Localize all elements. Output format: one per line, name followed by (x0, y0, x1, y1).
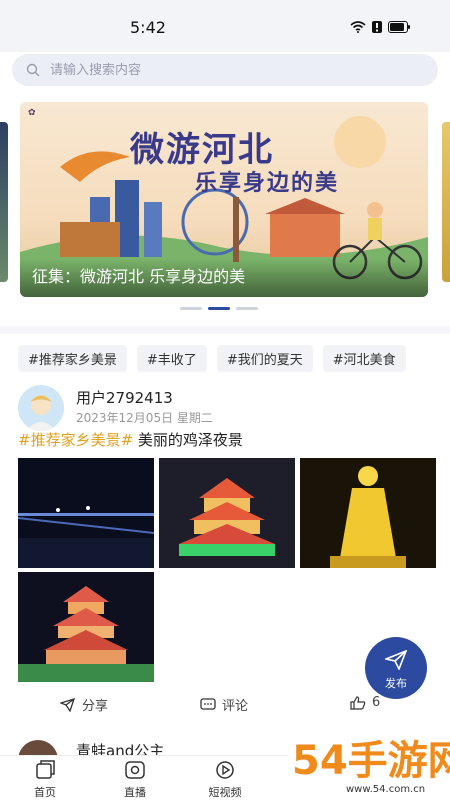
status-time: 5:42 (130, 18, 166, 37)
section-divider (0, 326, 450, 334)
watermark-text: 54手游网 (292, 738, 450, 784)
banner-logo: ✿ (28, 108, 36, 118)
avatar[interactable] (18, 385, 64, 431)
watermark-subtext: www.54.com.cn (346, 784, 425, 795)
next-banner-peek[interactable] (442, 122, 450, 282)
thumbs-up-icon (350, 695, 366, 710)
post-actions: 分享 评论 6 (18, 692, 438, 716)
live-icon (125, 761, 145, 779)
tab-home[interactable]: 首页 (15, 760, 75, 800)
search-bar[interactable] (12, 54, 438, 86)
banner-caption-overlay: 征集：微游河北 乐享身边的美 (20, 259, 428, 297)
post-image[interactable] (300, 458, 436, 568)
banner-title-line2: 乐享身边的美 (195, 170, 340, 196)
tab-home-label: 首页 (34, 786, 56, 799)
search-input[interactable] (48, 61, 412, 79)
share-button[interactable]: 分享 (60, 695, 108, 714)
tab-live-label: 直播 (124, 786, 146, 799)
tab-live[interactable]: 直播 (105, 760, 165, 800)
post-body: 美丽的鸡泽夜景 (133, 431, 243, 449)
carousel-dot (180, 307, 202, 310)
banner-slide[interactable]: ✿ 微游河北 乐享身边的美 征集：微游河北 乐享身边的美 (20, 102, 428, 297)
like-count: 6 (372, 695, 381, 710)
post-text: #推荐家乡美景# 美丽的鸡泽夜景 (18, 429, 243, 450)
post-hashtag[interactable]: #推荐家乡美景# (18, 431, 133, 449)
status-icons (350, 18, 410, 37)
topic-tag[interactable]: #河北美食 (322, 345, 406, 372)
banner-caption: 征集：微游河北 乐享身边的美 (32, 267, 246, 286)
home-icon (36, 760, 55, 779)
tab-video-label: 短视频 (208, 786, 242, 799)
tab-video[interactable]: 短视频 (195, 760, 255, 800)
like-button[interactable]: 6 (350, 695, 380, 710)
comment-label: 评论 (222, 699, 249, 714)
topic-tag[interactable]: #我们的夏天 (216, 345, 313, 372)
prev-banner-peek[interactable] (0, 122, 8, 282)
publish-button[interactable]: 发布 (365, 637, 427, 699)
wifi-icon (350, 18, 366, 37)
site-watermark: 54手游网 www.54.com.cn (288, 730, 450, 800)
post-image[interactable] (159, 458, 295, 568)
alert-icon (372, 18, 382, 37)
send-icon (385, 650, 407, 670)
post-image[interactable] (18, 458, 154, 568)
comment-icon (200, 697, 216, 710)
carousel-dot (236, 307, 258, 310)
topic-tag[interactable]: #丰收了 (136, 345, 207, 372)
share-icon (60, 697, 76, 712)
post-username[interactable]: 用户2792413 (76, 387, 173, 408)
banner-carousel[interactable]: ✿ 微游河北 乐享身边的美 征集：微游河北 乐享身边的美 (0, 102, 450, 302)
video-icon (216, 761, 234, 779)
share-label: 分享 (82, 699, 109, 714)
comment-button[interactable]: 评论 (200, 695, 248, 714)
battery-icon (388, 18, 410, 37)
post-date: 2023年12月05日 星期二 (76, 411, 213, 425)
carousel-indicator (180, 307, 258, 310)
topic-tag[interactable]: #推荐家乡美景 (18, 345, 127, 372)
status-bar: 5:42 (0, 0, 450, 52)
publish-label: 发布 (385, 677, 407, 690)
carousel-dot-active (208, 307, 230, 310)
watermark-logo: 54手游网 www.54.com.cn (288, 730, 450, 800)
topic-tags: #推荐家乡美景 #丰收了 #我们的夏天 #河北美食 (18, 345, 406, 372)
post-image[interactable] (18, 572, 154, 682)
banner-title-line1: 微游河北 (130, 130, 274, 170)
search-icon (26, 63, 40, 77)
